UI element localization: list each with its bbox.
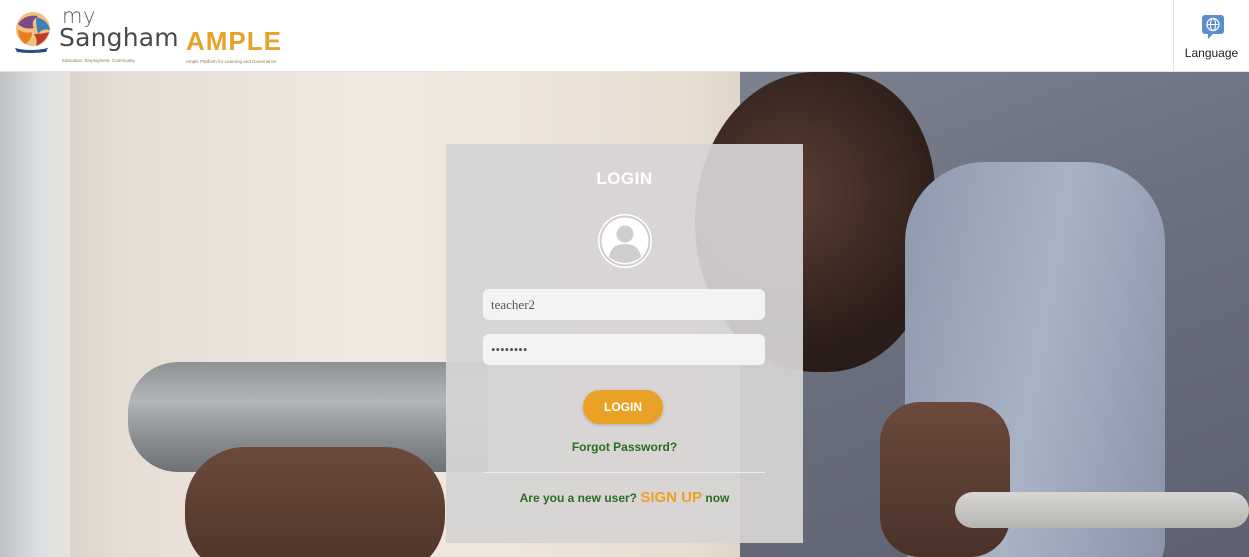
language-button[interactable]: Language [1173, 0, 1249, 72]
signup-link[interactable]: SIGN UP [640, 489, 702, 506]
login-button[interactable]: LOGIN [583, 390, 663, 424]
logo-tagline: Education. Employment. Community. [62, 58, 136, 63]
signup-prefix: Are you a new user? [519, 491, 637, 505]
divider [483, 472, 765, 473]
username-input[interactable] [483, 289, 765, 320]
globe-logo-icon [15, 12, 50, 53]
logo-ample-text: AMPLE [186, 26, 282, 56]
login-panel: LOGIN LOGIN Forgot Password? Are you a n… [446, 144, 803, 543]
language-icon [1202, 15, 1224, 39]
logo-sangham-text: Sangham [59, 23, 179, 52]
signup-suffix: now [705, 491, 730, 505]
login-title: LOGIN [596, 169, 653, 188]
password-input[interactable] [483, 334, 765, 365]
top-header: my Sangham Education. Employment. Commun… [0, 0, 1249, 72]
language-label: Language [1184, 46, 1239, 60]
forgot-password-link[interactable]: Forgot Password? [446, 440, 803, 454]
signup-prompt: Are you a new user? SIGN UP now [446, 489, 803, 506]
mysangham-ample-logo[interactable]: my Sangham Education. Employment. Commun… [10, 4, 340, 68]
user-avatar-icon [598, 214, 652, 268]
logo-ample-tagline: Ample Platform for Learning and Governan… [186, 59, 277, 64]
